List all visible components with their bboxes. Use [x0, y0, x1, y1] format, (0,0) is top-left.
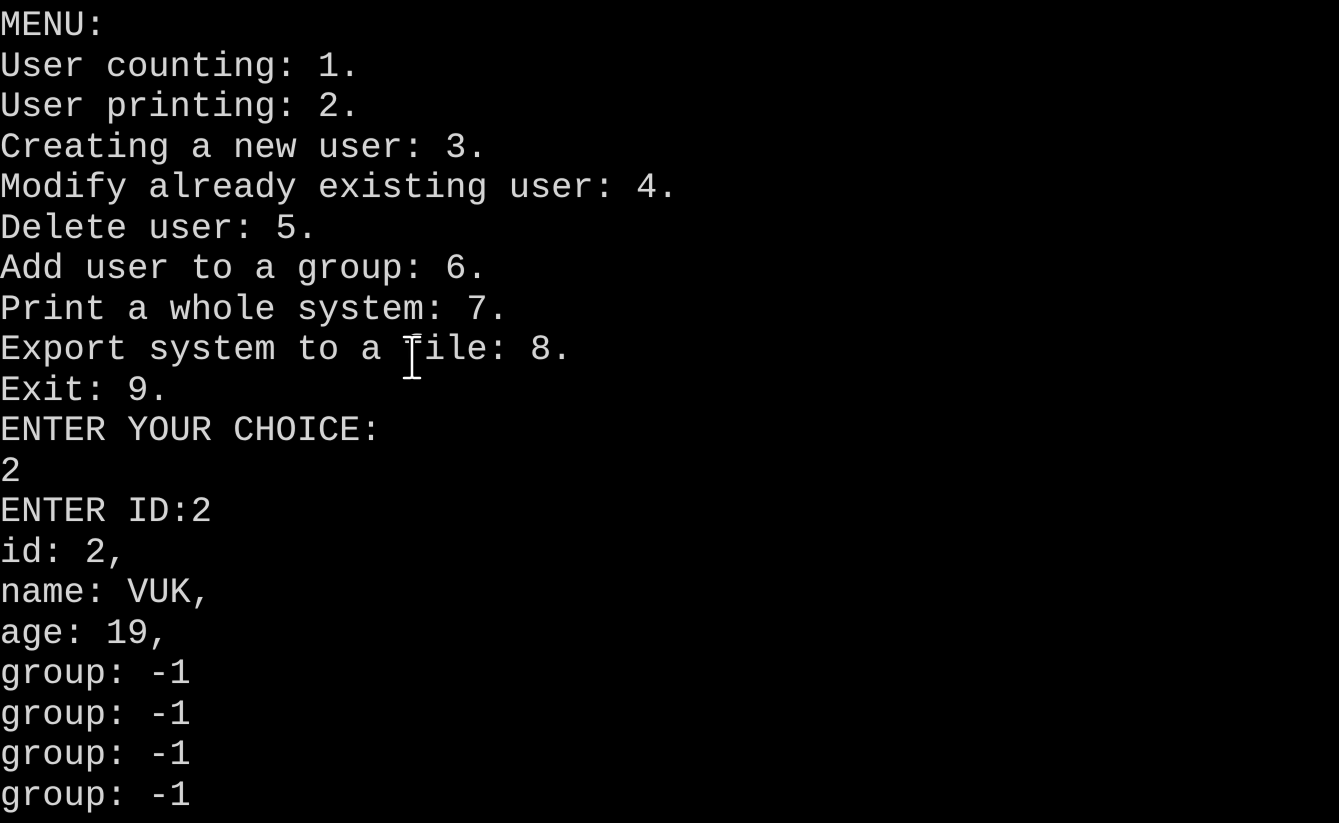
output-name: name: VUK,	[0, 573, 213, 613]
choice-input-echo: 2	[0, 451, 22, 492]
output-group: group: -1	[0, 775, 191, 816]
output-age: age: 19,	[0, 613, 170, 654]
output-group: group: -1	[0, 654, 191, 694]
console-window[interactable]: MENU: User counting: 1. User printing: 2…	[0, 0, 1339, 823]
menu-option-delete-user: Delete user: 5.	[0, 208, 319, 249]
menu-option-add-user-to-group: Add user to a group: 6.	[0, 249, 488, 289]
menu-option-create-user: Creating a new user: 3.	[0, 127, 488, 168]
console-output: MENU: User counting: 1. User printing: 2…	[0, 6, 679, 816]
output-group: group: -1	[0, 694, 191, 735]
choice-prompt: ENTER YOUR CHOICE:	[0, 411, 382, 451]
menu-heading: MENU:	[0, 6, 107, 46]
menu-option-exit: Exit: 9.	[0, 370, 170, 411]
menu-option-user-printing: User printing: 2.	[0, 87, 361, 127]
menu-option-export-system: Export system to a file: 8.	[0, 330, 573, 370]
menu-option-modify-user: Modify already existing user: 4.	[0, 168, 679, 208]
menu-option-user-counting: User counting: 1.	[0, 46, 361, 87]
text-cursor-icon	[401, 335, 423, 380]
id-prompt: ENTER ID:2	[0, 492, 213, 532]
output-id: id: 2,	[0, 532, 128, 573]
menu-option-print-system: Print a whole system: 7.	[0, 289, 509, 330]
output-group: group: -1	[0, 735, 191, 775]
